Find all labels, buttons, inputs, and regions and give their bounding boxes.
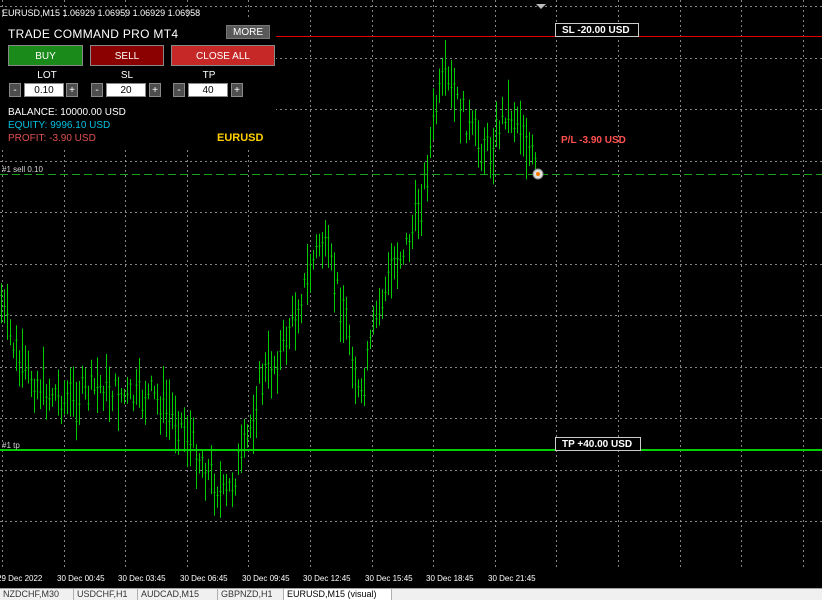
more-button[interactable]: MORE — [226, 25, 270, 39]
sl-plus-button[interactable]: + — [149, 83, 161, 97]
time-label: 30 Dec 18:45 — [426, 574, 474, 583]
profit-text: PROFIT: -3.90 USD — [8, 133, 96, 144]
equity-text: EQUITY: 9996.10 USD — [8, 120, 111, 131]
chart-area[interactable]: EURUSD,M15 1.06929 1.06959 1.06929 1.069… — [0, 0, 822, 568]
shift-marker-icon — [536, 4, 546, 9]
time-label: 30 Dec 21:45 — [488, 574, 536, 583]
time-label: 30 Dec 03:45 — [118, 574, 166, 583]
symbol-label: EURUSD — [217, 132, 264, 144]
sl-level-label[interactable]: SL -20.00 USD — [555, 23, 639, 37]
sl-minus-button[interactable]: - — [91, 83, 103, 97]
tp-plus-button[interactable]: + — [231, 83, 243, 97]
time-label: 29 Dec 2022 — [0, 574, 43, 583]
balance-text: BALANCE: 10000.00 USD — [8, 107, 126, 118]
symbol-info: EURUSD,M15 1.06929 1.06959 1.06929 1.069… — [2, 8, 201, 18]
tp-minus-button[interactable]: - — [173, 83, 185, 97]
sell-order-label: #1 sell 0.10 — [2, 165, 43, 174]
time-label: 30 Dec 12:45 — [303, 574, 351, 583]
sl-input[interactable]: 20 — [106, 83, 146, 97]
chart-tab-usdchf[interactable]: USDCHF,H1 — [74, 589, 138, 600]
tp-order-label: #1 tp — [2, 441, 20, 450]
price-marker-dot-icon — [536, 172, 540, 176]
pl-label: P/L -3.90 USD — [561, 135, 626, 146]
time-label: 30 Dec 06:45 — [180, 574, 228, 583]
time-axis: 29 Dec 2022 30 Dec 00:45 30 Dec 03:45 30… — [0, 568, 822, 588]
sell-button[interactable]: SELL — [90, 45, 164, 66]
time-label: 30 Dec 15:45 — [365, 574, 413, 583]
buy-button[interactable]: BUY — [8, 45, 83, 66]
tp-label: TP — [202, 70, 216, 81]
chart-tab-nzdchf[interactable]: NZDCHF,M30 — [0, 589, 74, 600]
chart-tab-eurusd-visual[interactable]: EURUSD,M15 (visual) — [284, 589, 392, 600]
trade-panel: TRADE COMMAND PRO MT4 MORE BUY SELL CLOS… — [0, 20, 276, 148]
lot-plus-button[interactable]: + — [66, 83, 78, 97]
chart-tab-gbpnzd[interactable]: GBPNZD,H1 — [218, 589, 284, 600]
lot-input[interactable]: 0.10 — [24, 83, 64, 97]
lot-label: LOT — [37, 70, 57, 81]
lot-minus-button[interactable]: - — [9, 83, 21, 97]
close-all-button[interactable]: CLOSE ALL — [171, 45, 275, 66]
tp-level-label[interactable]: TP +40.00 USD — [555, 437, 641, 451]
time-label: 30 Dec 00:45 — [57, 574, 105, 583]
tp-input[interactable]: 40 — [188, 83, 228, 97]
panel-title: TRADE COMMAND PRO MT4 — [8, 27, 179, 41]
chart-tab-audcad[interactable]: AUDCAD,M15 — [138, 589, 218, 600]
sl-label: SL — [120, 70, 134, 81]
chart-tab-bar: NZDCHF,M30 USDCHF,H1 AUDCAD,M15 GBPNZD,H… — [0, 588, 822, 600]
time-label: 30 Dec 09:45 — [242, 574, 290, 583]
